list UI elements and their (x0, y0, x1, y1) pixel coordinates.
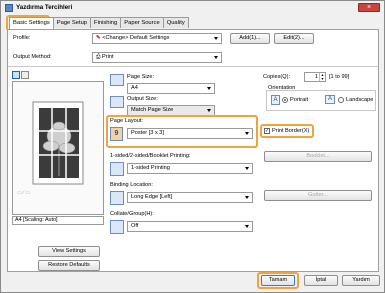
output-size-icons: ▭ ⁄ ▭ (17, 190, 31, 196)
print-border-checkbox[interactable]: ✓ (264, 128, 270, 134)
landscape-radio[interactable] (338, 97, 344, 103)
pencil-icon: ✎ (96, 35, 101, 41)
copies-range: [1 to 99] (329, 74, 350, 80)
chevron-down-icon (245, 167, 249, 170)
printer-icon: ⎙ (96, 54, 101, 60)
page-size-label: Page Size: (127, 74, 155, 80)
poster-layout-icon: 9 (110, 127, 123, 141)
view-settings-button[interactable]: View Settings (38, 246, 100, 257)
copies-spinbox[interactable]: 1 ▴ ▾ (304, 72, 326, 82)
landscape-icon: A (325, 95, 335, 104)
chevron-down-icon (245, 132, 249, 135)
output-size-icon (110, 96, 124, 108)
cancel-button[interactable]: İptal (304, 275, 338, 286)
sided-printing-select[interactable]: 1-sided Printing (127, 163, 253, 174)
page-layout-value: Poster [3 x 3] (131, 130, 164, 136)
portrait-radio[interactable] (282, 97, 288, 103)
binding-icon (110, 191, 124, 205)
page-preview-area: ▭ ⁄ ▭ (12, 81, 104, 215)
copies-value: 1 (314, 74, 318, 80)
collate-select[interactable]: Off (127, 221, 253, 232)
chevron-down-icon (245, 225, 249, 228)
title-bar: Yazdırma Tercihleri × (1, 1, 384, 14)
profile-select[interactable]: ✎ <Change> Default Settings (92, 33, 222, 44)
page-size-icon (110, 74, 124, 86)
copies-label: Copies(Q): (263, 74, 291, 80)
booklet-button[interactable]: Booklet... (264, 151, 372, 162)
preview-view-icon[interactable] (12, 71, 20, 79)
portrait-label: Portrait (290, 97, 309, 103)
gutter-button[interactable]: Gutter... (264, 190, 372, 201)
binding-location-value: Long Edge [Left] (131, 194, 173, 200)
tab-strip: Basic Settings Page Setup Finishing Pape… (9, 17, 189, 29)
printer-app-icon (5, 3, 13, 12)
chevron-down-icon (214, 37, 218, 40)
chevron-down-icon (207, 87, 211, 90)
tab-page-setup[interactable]: Page Setup (52, 17, 92, 28)
close-button[interactable]: × (358, 3, 380, 12)
print-border-label: Print Border(X) (272, 128, 310, 134)
profile-label: Profile: (13, 35, 31, 41)
binding-location-select[interactable]: Long Edge [Left] (127, 192, 253, 203)
preview-caption: A4 [Scaling: Auto] (12, 216, 104, 225)
sided-printing-label: 1-sided/2-sided/Booklet Printing: (110, 153, 191, 159)
help-button[interactable]: Yardım (342, 275, 380, 286)
window-title: Yazdırma Tercihleri (16, 4, 73, 11)
printer-view-icon[interactable] (21, 71, 29, 79)
page-size-value: A4 (131, 85, 138, 91)
output-method-label: Output Method: (13, 54, 52, 60)
settings-panel: Profile: ✎ <Change> Default Settings Add… (7, 29, 379, 272)
spin-arrows-icon[interactable]: ▴ ▾ (319, 73, 325, 81)
add-profile-button[interactable]: Add(1)... (230, 33, 270, 44)
tab-paper-source[interactable]: Paper Source (120, 17, 164, 28)
edit-profile-button[interactable]: Edit(2)... (274, 33, 314, 44)
separator (8, 66, 378, 67)
tab-quality[interactable]: Quality (162, 17, 189, 28)
output-size-label: Output Size: (127, 96, 158, 102)
output-method-select[interactable]: ⎙ Print (92, 52, 222, 63)
tab-finishing[interactable]: Finishing (90, 17, 122, 28)
tab-basic-settings[interactable]: Basic Settings (9, 17, 54, 29)
output-method-value: Print (102, 54, 114, 60)
collate-label: Collate/Group(H): (110, 211, 154, 217)
page-layout-select[interactable]: Poster [3 x 3] (127, 128, 253, 139)
portrait-icon: A (271, 95, 280, 105)
chevron-down-icon (207, 109, 211, 112)
profile-value: <Change> Default Settings (102, 35, 170, 41)
sided-printing-icon (110, 162, 124, 176)
landscape-label: Landscape (346, 97, 374, 103)
output-size-value: Match Page Size (131, 107, 174, 113)
ok-button[interactable]: Tamam (261, 275, 295, 286)
chevron-down-icon (214, 56, 218, 59)
collate-icon (110, 220, 124, 234)
sided-printing-value: 1-sided Printing (131, 165, 170, 171)
page-size-select[interactable]: A4 (127, 83, 215, 94)
restore-defaults-button[interactable]: Restore Defaults (38, 260, 100, 271)
chevron-down-icon (245, 196, 249, 199)
collate-value: Off (131, 223, 139, 229)
page-layout-label: Page Layout: (110, 118, 143, 124)
binding-location-label: Binding Location: (110, 182, 153, 188)
dialog-window: Yazdırma Tercihleri × Basic Settings Pag… (0, 0, 385, 293)
